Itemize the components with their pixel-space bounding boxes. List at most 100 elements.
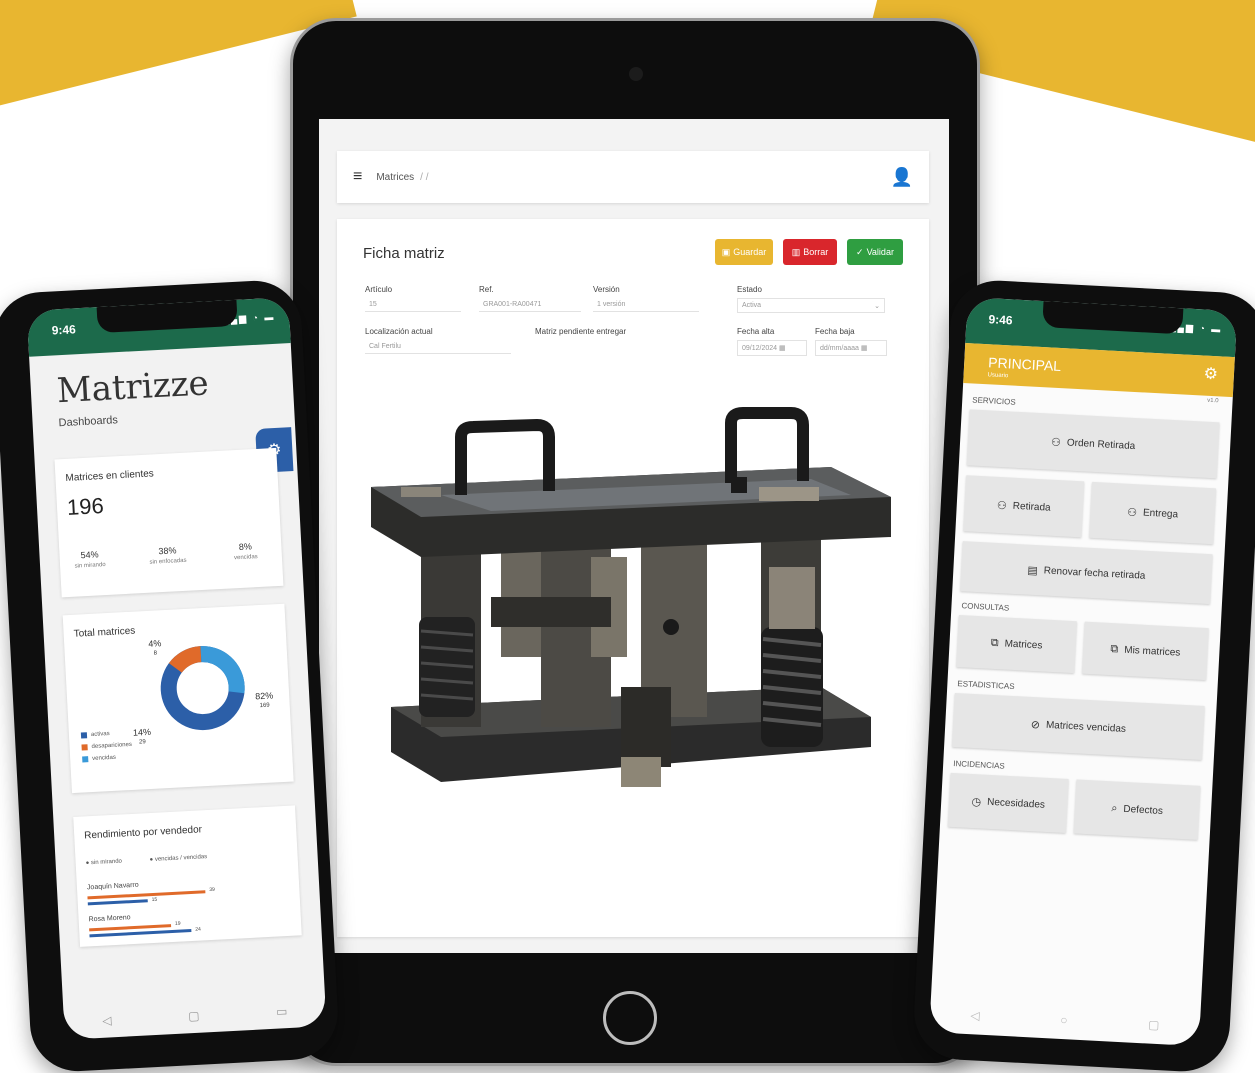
calendar-icon: ▦ bbox=[779, 345, 786, 352]
copy-icon: ⧉ bbox=[1110, 642, 1119, 655]
android-nav-bar: ◁ ○ ▢ bbox=[930, 1006, 1200, 1034]
user-icon: ⚇ bbox=[1050, 436, 1062, 449]
donut-label-a: 82% 169 bbox=[255, 690, 274, 711]
app-bar: ≡ Matrices / / 👤 bbox=[337, 151, 929, 203]
calendar-icon: ▦ bbox=[860, 345, 868, 352]
page-subtitle: Dashboards bbox=[58, 414, 119, 430]
vendor-performance-card: Rendimiento por vendedor ● sin mirando ●… bbox=[73, 805, 302, 947]
stamping-die-image bbox=[371, 407, 891, 787]
mis-matrices-button[interactable]: ⧉ Mis matrices bbox=[1082, 621, 1209, 681]
app-version: v1.0 bbox=[1207, 397, 1219, 405]
calendar-icon: ▤ bbox=[1027, 564, 1039, 577]
vendor-name: Joaquín Navarro bbox=[86, 881, 139, 892]
orden-retirada-button[interactable]: ⚇ Orden Retirada bbox=[966, 409, 1220, 479]
fecha-alta-input[interactable]: 09/12/2024 ▦ bbox=[737, 340, 807, 356]
button-label: Mis matrices bbox=[1123, 644, 1181, 659]
field-matriz-pendiente: Matriz pendiente entregar bbox=[535, 327, 695, 340]
back-icon[interactable]: ◁ bbox=[970, 1008, 980, 1022]
back-icon[interactable]: ◁ bbox=[102, 1013, 112, 1027]
defectos-button[interactable]: ⌕ Defectos bbox=[1073, 779, 1201, 840]
card-title: Matrices en clientes bbox=[65, 468, 155, 484]
card-title: Total matrices bbox=[73, 625, 136, 640]
phone-main-menu: 9:46 ▂▄▆ ◔ ▬ PRINCIPAL Usuario ⚙ v1.0 SE… bbox=[911, 278, 1255, 1073]
articulo-input[interactable]: 15 bbox=[365, 298, 461, 312]
stat-label: sin mirando bbox=[74, 562, 106, 570]
delete-button-label: Borrar bbox=[803, 247, 829, 257]
stat-item: 8% vencidas bbox=[215, 540, 276, 562]
renovar-fecha-button[interactable]: ▤ Renovar fecha retirada bbox=[960, 541, 1213, 605]
vendor-bar-a bbox=[87, 890, 206, 900]
chevron-down-icon: ⌄ bbox=[874, 303, 880, 310]
retirada-button[interactable]: ⚇ Retirada bbox=[963, 475, 1085, 538]
field-label: Fecha baja bbox=[815, 327, 855, 336]
section-label: INCIDENCIAS bbox=[952, 758, 1005, 771]
legend-swatch bbox=[80, 732, 88, 739]
save-button[interactable]: ▣ Guardar bbox=[715, 239, 773, 265]
legend-item: desapariciones bbox=[81, 742, 132, 751]
legend-item: activas bbox=[80, 731, 110, 739]
card-title: Rendimiento por vendedor bbox=[83, 824, 203, 842]
phone-dashboard: 9:46 ▂▄▆ ◔ ▬ Matrizze Dashboards ⚙ Matri… bbox=[0, 278, 341, 1073]
field-label: Artículo bbox=[365, 285, 393, 294]
clock-icon: ◷ bbox=[971, 795, 982, 808]
estado-select-value: Activa bbox=[742, 302, 762, 309]
home-button[interactable] bbox=[603, 991, 657, 1045]
validate-button[interactable]: ✓ Validar bbox=[847, 239, 903, 265]
version-input[interactable]: 1 versión bbox=[593, 298, 699, 312]
entrega-button[interactable]: ⚇ Entrega bbox=[1089, 481, 1216, 545]
field-localizacion: Localización actual Cal Fertilu bbox=[365, 327, 511, 354]
matrices-vencidas-button[interactable]: ⊘ Matrices vencidas bbox=[952, 692, 1205, 760]
button-label: Necesidades bbox=[986, 796, 1046, 811]
necesidades-button[interactable]: ◷ Necesidades bbox=[947, 772, 1069, 833]
home-icon[interactable]: ▢ bbox=[188, 1009, 200, 1024]
matrices-button[interactable]: ⧉ Matrices bbox=[956, 615, 1077, 674]
tablet-device: ≡ Matrices / / 👤 Ficha matriz ▣ Guardar … bbox=[290, 18, 980, 1066]
legend-swatch bbox=[82, 756, 89, 763]
bar-value: 39 bbox=[209, 886, 215, 894]
user-icon[interactable]: 👤 bbox=[891, 167, 913, 188]
stat-label: vencidas bbox=[233, 554, 258, 562]
estado-select[interactable]: Activa ⌄ bbox=[737, 298, 885, 313]
save-button-label: Guardar bbox=[733, 247, 767, 257]
fecha-baja-input[interactable]: dd/mm/aaaa ▦ bbox=[815, 340, 887, 356]
field-version: Versión 1 versión bbox=[593, 285, 699, 312]
trash-icon: ▥ bbox=[791, 246, 801, 257]
tablet-screen: ≡ Matrices / / 👤 Ficha matriz ▣ Guardar … bbox=[319, 119, 949, 953]
button-label: Defectos bbox=[1123, 803, 1164, 817]
total-matrices-card: Total matrices 4% 8 82% 169 14% 29 activ… bbox=[62, 603, 294, 794]
fecha-baja-value: dd/mm/aaaa bbox=[820, 345, 859, 352]
donut-chart bbox=[160, 646, 245, 731]
tablet-camera bbox=[629, 67, 643, 81]
breadcrumb-separator: / / bbox=[420, 171, 429, 183]
validate-button-label: Validar bbox=[866, 247, 894, 257]
donut-label-c: 4% 8 bbox=[148, 638, 162, 659]
recent-apps-icon[interactable]: ▢ bbox=[1148, 1018, 1160, 1033]
bar-value: 15 bbox=[151, 896, 158, 904]
ref-input[interactable]: GRA001-RA00471 bbox=[479, 298, 581, 312]
menu-icon[interactable]: ≡ bbox=[353, 168, 362, 186]
breadcrumb[interactable]: Matrices bbox=[376, 172, 414, 183]
field-label: Ref. bbox=[479, 285, 494, 294]
donut-count: 29 bbox=[138, 739, 146, 746]
localizacion-input[interactable]: Cal Fertilu bbox=[365, 340, 511, 354]
section-label: ESTADISTICAS bbox=[957, 679, 1015, 692]
marketing-stage: ≡ Matrices / / 👤 Ficha matriz ▣ Guardar … bbox=[0, 0, 1255, 1073]
home-icon[interactable]: ○ bbox=[1060, 1013, 1068, 1027]
field-label: Versión bbox=[593, 285, 620, 294]
field-articulo: Artículo 15 bbox=[365, 285, 461, 312]
clients-total: 196 bbox=[66, 493, 105, 520]
header-subtitle: Usuario bbox=[987, 372, 1009, 380]
legend-swatch bbox=[81, 744, 88, 751]
field-estado: Estado Activa ⌄ bbox=[737, 285, 885, 313]
button-label: Entrega bbox=[1142, 507, 1179, 520]
recent-apps-icon[interactable]: ▭ bbox=[276, 1004, 288, 1019]
field-label: Estado bbox=[737, 285, 762, 294]
field-fecha-alta: Fecha alta 09/12/2024 ▦ bbox=[737, 327, 807, 356]
gear-icon[interactable]: ⚙ bbox=[1203, 364, 1218, 385]
stat-item: 54% sin mirando bbox=[59, 548, 120, 570]
delete-button[interactable]: ▥ Borrar bbox=[783, 239, 837, 265]
clients-card: Matrices en clientes 196 54% sin mirando… bbox=[54, 447, 284, 598]
legend-label: desapariciones bbox=[91, 741, 133, 750]
donut-pct: 82% bbox=[254, 690, 274, 702]
field-fecha-baja: Fecha baja dd/mm/aaaa ▦ bbox=[815, 327, 887, 356]
